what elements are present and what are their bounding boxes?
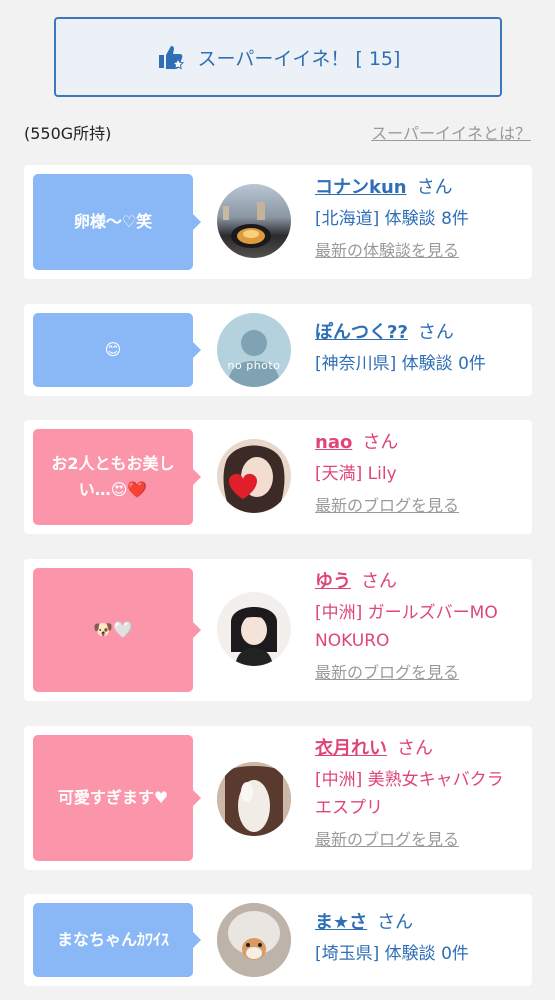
message-bubble: まなちゃんｶﾜｲｽ [33,903,201,977]
avatar[interactable] [217,184,291,258]
user-detail: [中洲] ガールズバーMONOKURO [315,603,498,651]
avatar[interactable] [217,592,291,666]
honorific: さん [362,432,399,453]
user-detail: [中洲] 美熟女キャバクラ エスプリ [315,770,504,818]
honorific: さん [361,571,397,592]
list-item: 🐶🤍 ゆう さん [中洲] ガールズバーMONOKURO 最新のブログを見る [24,559,532,701]
message-bubble: 😊 [33,313,201,387]
user-info: ゆう さん [中洲] ガールズバーMONOKURO 最新のブログを見る [315,569,525,683]
user-detail: [埼玉県] 体験談 0件 [315,944,469,964]
user-info: 衣月れい さん [中洲] 美熟女キャバクラ エスプリ 最新のブログを見る [315,736,525,850]
what-is-super-iine-link[interactable]: スーパーイイネとは？ [371,120,531,144]
user-name-link[interactable]: nao [315,432,352,453]
user-name-link[interactable]: ぽんつく?? [315,322,408,343]
message-bubble: お2人ともお美しい…😍❤️ [33,429,201,525]
list-item: 😊 no photo ぽんつく?? さん [神奈川県] 体験談 0件 [24,304,532,396]
avatar[interactable] [217,903,291,977]
view-latest-link[interactable]: 最新のブログを見る [315,659,459,683]
avatar[interactable] [217,439,291,513]
user-detail: [神奈川県] 体験談 0件 [315,354,486,374]
user-info: nao さん [天満] Lily 最新のブログを見る [315,430,525,516]
user-name-link[interactable]: ゆう [315,571,351,592]
super-iine-button[interactable]: スーパーイイネ！ [ 15] [54,17,502,97]
user-info: ぽんつく?? さん [神奈川県] 体験談 0件 [315,320,525,378]
message-bubble: 可愛すぎます♥ [33,735,201,861]
list-item: まなちゃんｶﾜｲｽ ま★さ さん [埼玉県] 体験談 0件 [24,894,532,986]
gold-balance: (550G所持) [24,124,112,143]
user-detail: [天満] Lily [315,464,397,484]
message-bubble: 卵様〜♡笑 [33,174,201,270]
avatar[interactable]: no photo [217,313,291,387]
avatar[interactable] [217,762,291,836]
honorific: さん [397,738,433,759]
list-item: 卵様〜♡笑 コナンkun さん [北海道] 体験談 8件 最新の体験談を見る [24,165,532,279]
honorific: さん [417,322,454,343]
honorific: さん [377,912,414,933]
message-bubble: 🐶🤍 [33,568,201,692]
view-latest-link[interactable]: 最新の体験談を見る [315,237,459,261]
honorific: さん [416,177,453,198]
view-latest-link[interactable]: 最新のブログを見る [315,826,459,850]
view-latest-link[interactable]: 最新のブログを見る [315,492,459,516]
no-photo-label: no photo [227,359,281,372]
thumbs-up-star-icon [158,46,184,70]
user-name-link[interactable]: ま★さ [315,912,367,933]
list-item: 可愛すぎます♥ 衣月れい さん [中洲] 美熟女キャバクラ エスプリ 最新のブログ… [24,726,532,870]
user-name-link[interactable]: コナンkun [315,177,407,198]
user-info: コナンkun さん [北海道] 体験談 8件 最新の体験談を見る [315,175,525,261]
super-iine-label: スーパーイイネ！ [ 15] [197,47,401,70]
user-detail: [北海道] 体験談 8件 [315,209,469,229]
list-item: お2人ともお美しい…😍❤️ nao さん [天満] Lily 最新のブログを見る [24,420,532,534]
user-name-link[interactable]: 衣月れい [315,738,387,759]
user-info: ま★さ さん [埼玉県] 体験談 0件 [315,910,525,968]
